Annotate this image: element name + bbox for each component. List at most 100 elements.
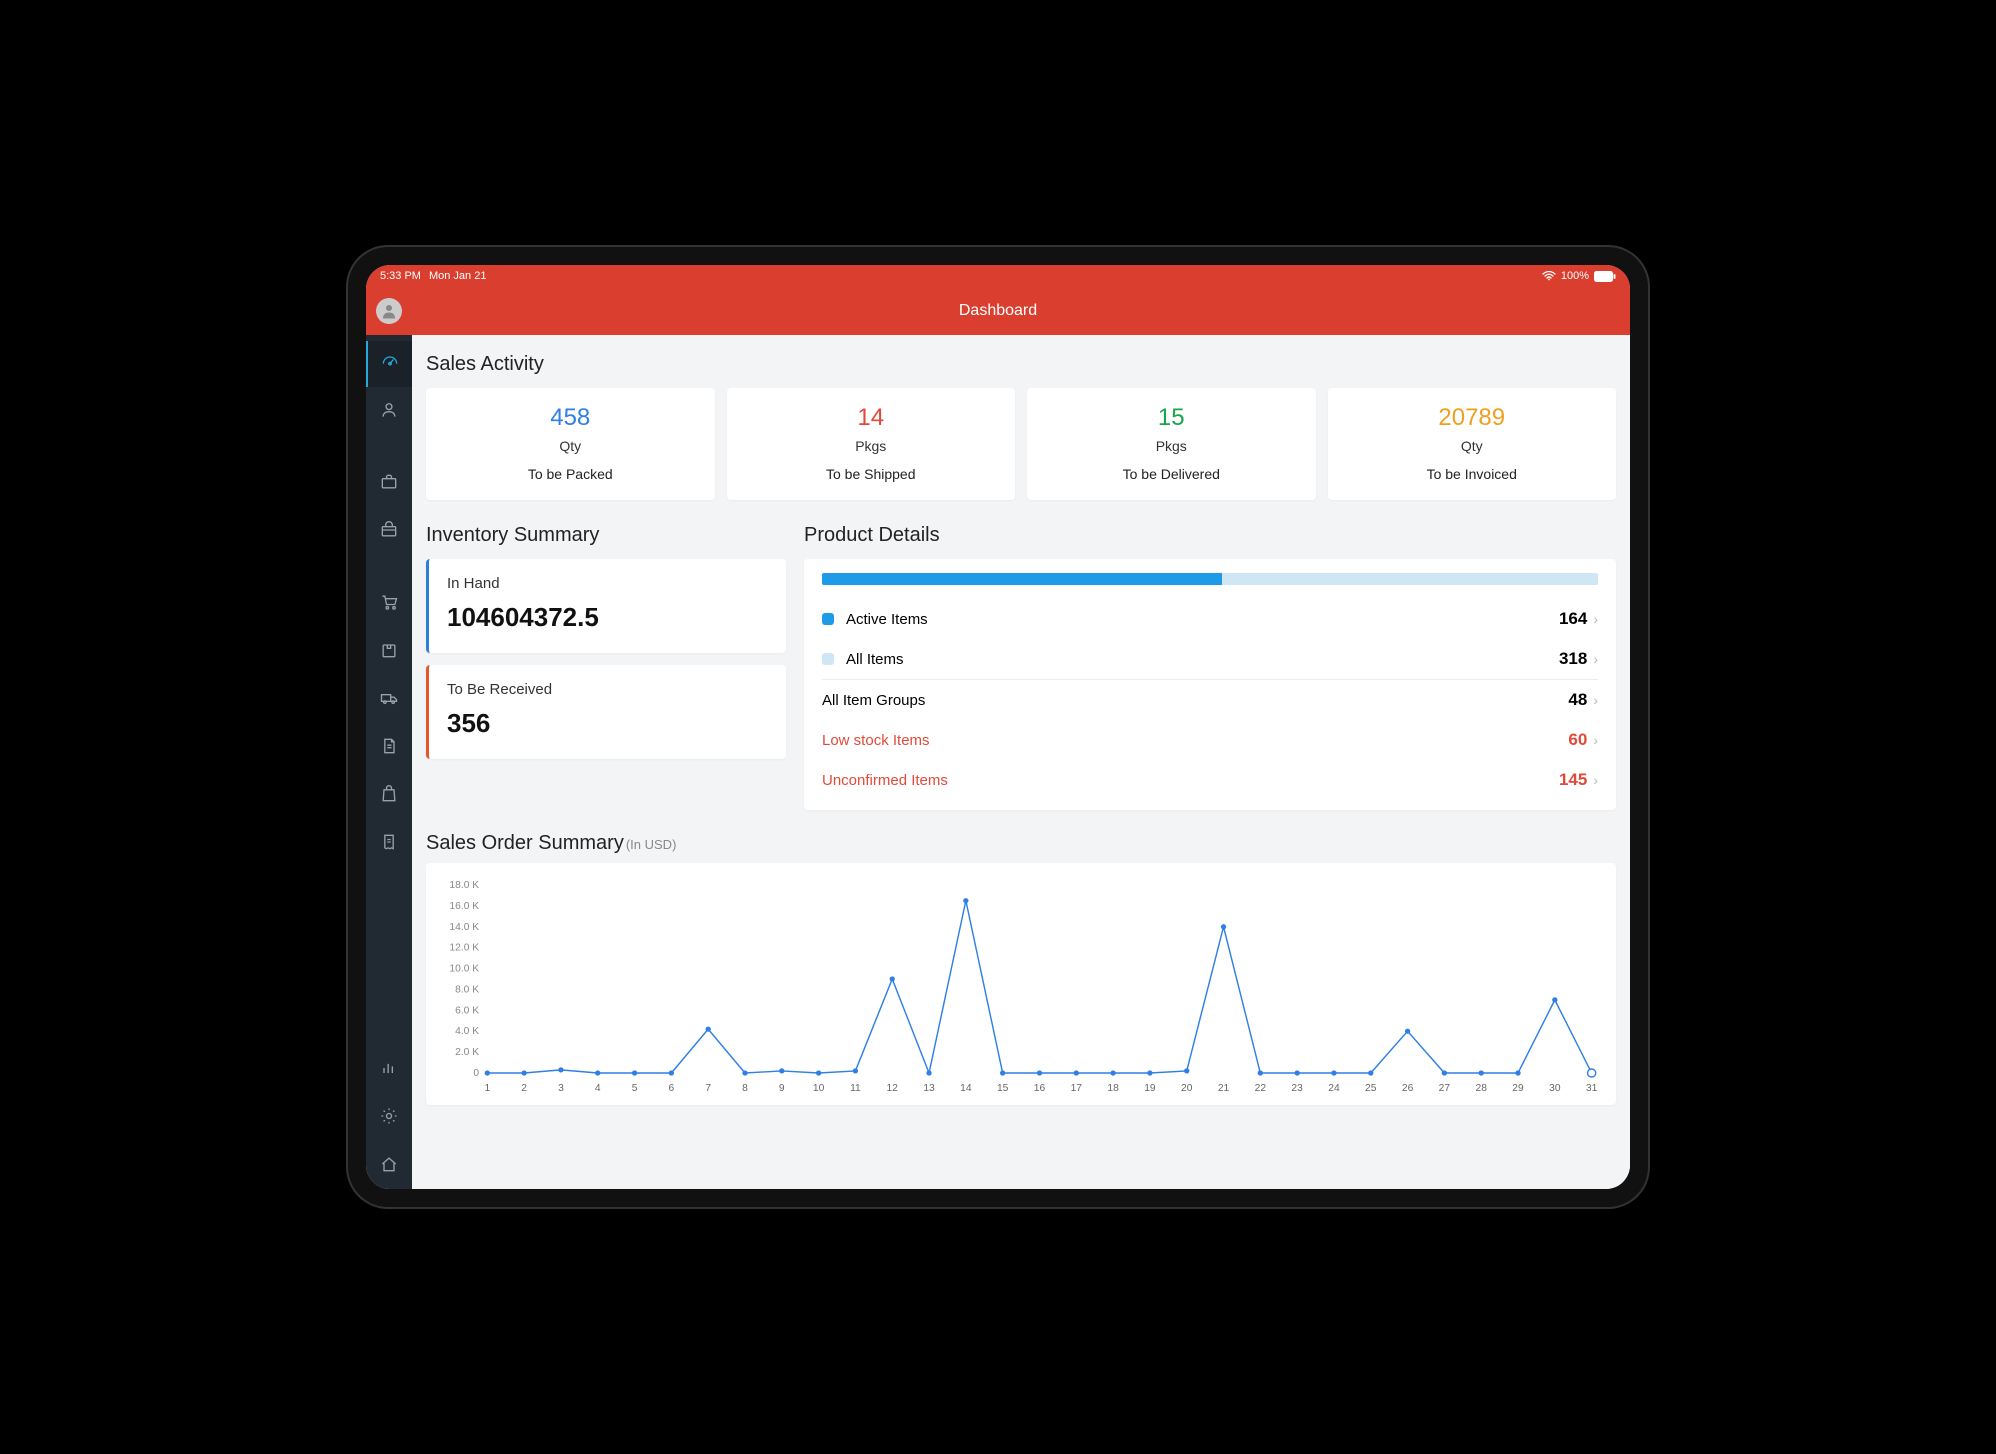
svg-text:9: 9 [779,1083,785,1094]
product-detail-row[interactable]: All Items 318 › [822,639,1598,679]
svg-text:10.0 K: 10.0 K [449,964,479,975]
in-hand-value: 104604372.5 [447,602,768,633]
sidebar-item-dashboard[interactable] [366,341,412,387]
sales-activity-row: 458 Qty To be Packed 14 Pkgs To be Shipp… [412,388,1630,500]
pd-label: All Item Groups [822,692,1568,709]
pd-value: 60 [1568,730,1587,750]
wifi-icon [1542,270,1556,282]
sales-activity-card[interactable]: 14 Pkgs To be Shipped [727,388,1016,500]
pd-value: 145 [1559,770,1587,790]
svg-text:20: 20 [1181,1083,1193,1094]
product-detail-row[interactable]: Low stock Items 60 › [822,720,1598,760]
sales-activity-card[interactable]: 20789 Qty To be Invoiced [1328,388,1617,500]
svg-text:21: 21 [1218,1083,1230,1094]
status-date: Mon Jan 21 [429,270,486,282]
dashboard-icon [380,352,400,377]
sa-label: To be Delivered [1037,466,1306,482]
svg-text:18.0 K: 18.0 K [449,880,479,891]
inventory-to-receive-card[interactable]: To Be Received 356 [426,665,786,759]
avatar[interactable] [376,298,402,324]
svg-text:8.0 K: 8.0 K [455,985,479,996]
sales-activity-card[interactable]: 458 Qty To be Packed [426,388,715,500]
sidebar-item-bills[interactable] [366,821,412,867]
svg-text:13: 13 [923,1083,935,1094]
chevron-right-icon: › [1593,772,1598,788]
svg-text:11: 11 [850,1083,861,1094]
svg-text:26: 26 [1402,1083,1414,1094]
chevron-right-icon: › [1593,651,1598,667]
svg-text:6.0 K: 6.0 K [455,1005,479,1016]
svg-text:12.0 K: 12.0 K [449,943,479,954]
sa-label: To be Packed [436,466,705,482]
svg-text:18: 18 [1107,1083,1119,1094]
sidebar-item-invoices[interactable] [366,725,412,771]
sidebar-item-shipments[interactable] [366,677,412,723]
sidebar-item-sales-orders[interactable] [366,581,412,627]
pd-value: 48 [1568,690,1587,710]
chevron-right-icon: › [1593,692,1598,708]
sidebar-item-home[interactable] [366,1143,412,1189]
bar-chart-icon [379,1058,399,1083]
status-battery-text: 100% [1561,270,1589,282]
product-details-title: Product Details [804,506,1616,559]
sa-value: 15 [1037,404,1306,432]
chevron-right-icon: › [1593,611,1598,627]
page-title: Dashboard [959,302,1037,320]
svg-text:5: 5 [632,1083,638,1094]
svg-text:31: 31 [1586,1083,1598,1094]
sales-activity-card[interactable]: 15 Pkgs To be Delivered [1027,388,1316,500]
main-content[interactable]: Sales Activity 458 Qty To be Packed 14 P… [412,335,1630,1189]
sa-label: To be Invoiced [1338,466,1607,482]
svg-text:4.0 K: 4.0 K [455,1026,479,1037]
sa-unit: Pkgs [1037,438,1306,454]
sales-order-summary-title: Sales Order Summary [426,832,624,855]
inventory-summary-title: Inventory Summary [426,506,786,559]
sidebar-item-reports[interactable] [366,1047,412,1093]
svg-text:2: 2 [521,1083,527,1094]
to-receive-value: 356 [447,708,768,739]
legend-dot-icon [822,653,834,665]
sales-order-chart: 02.0 K4.0 K6.0 K8.0 K10.0 K12.0 K14.0 K1… [426,863,1616,1105]
sidebar-item-contacts[interactable] [366,389,412,435]
svg-text:22: 22 [1255,1083,1267,1094]
pd-label: Low stock Items [822,732,1568,749]
sa-unit: Qty [1338,438,1607,454]
pd-value: 318 [1559,649,1587,669]
svg-text:28: 28 [1475,1083,1487,1094]
sidebar-item-inventory[interactable] [366,509,412,555]
chevron-right-icon: › [1593,732,1598,748]
product-detail-row[interactable]: Unconfirmed Items 145 › [822,760,1598,800]
sidebar-item-items[interactable] [366,461,412,507]
tablet-screen: 5:33 PM Mon Jan 21 100% Dashboard [366,265,1630,1189]
svg-text:16: 16 [1034,1083,1046,1094]
product-detail-row[interactable]: Active Items 164 › [822,599,1598,639]
svg-text:24: 24 [1328,1083,1340,1094]
sa-value: 458 [436,404,705,432]
sales-activity-title: Sales Activity [412,335,1630,388]
product-details-card: Active Items 164 › All Items 318 › All I… [804,559,1616,810]
svg-text:19: 19 [1144,1083,1156,1094]
svg-text:7: 7 [705,1083,711,1094]
product-detail-row[interactable]: All Item Groups 48 › [822,679,1598,720]
status-bar: 5:33 PM Mon Jan 21 100% [366,265,1630,287]
tablet-frame: 5:33 PM Mon Jan 21 100% Dashboard [348,247,1648,1207]
sa-value: 14 [737,404,1006,432]
svg-text:0: 0 [473,1068,479,1079]
svg-text:12: 12 [887,1083,899,1094]
status-time: 5:33 PM [380,270,421,282]
pd-label: Active Items [846,611,1559,628]
receipt-icon [379,832,399,857]
inventory-in-hand-card[interactable]: In Hand 104604372.5 [426,559,786,653]
svg-text:10: 10 [813,1083,825,1094]
sidebar-item-purchase-orders[interactable] [366,773,412,819]
sidebar [366,335,412,1189]
sidebar-item-packages[interactable] [366,629,412,675]
package-icon [379,640,399,665]
svg-text:6: 6 [669,1083,675,1094]
sa-unit: Qty [436,438,705,454]
pd-value: 164 [1559,609,1587,629]
sidebar-item-settings[interactable] [366,1095,412,1141]
svg-text:17: 17 [1071,1083,1083,1094]
product-progress-bar [822,573,1598,585]
pd-label: All Items [846,651,1559,668]
